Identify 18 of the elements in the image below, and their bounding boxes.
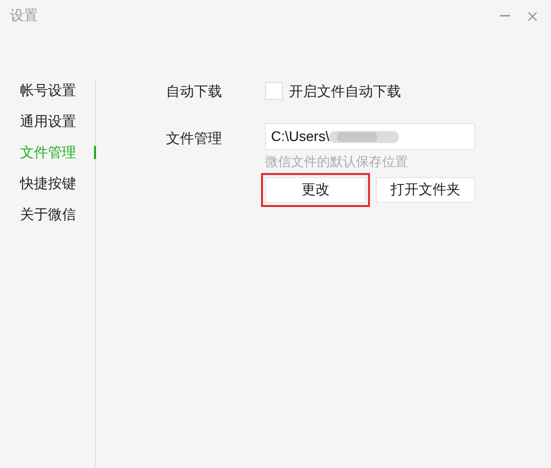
hint-text: 微信文件的默认保存位置: [265, 153, 409, 171]
path-text: C:\Users\: [271, 127, 330, 146]
close-icon[interactable]: [528, 12, 537, 20]
minimize-icon[interactable]: [500, 15, 510, 17]
action-button[interactable]: 打开文件夹: [376, 176, 475, 202]
checkbox-label: 开启文件自动下载: [289, 82, 401, 100]
field-label: 文件管理: [166, 129, 223, 148]
sidebar-item[interactable]: 关于微信: [20, 204, 76, 225]
window-title: 设置: [10, 6, 38, 24]
checkbox[interactable]: [265, 82, 283, 100]
active-indicator: [94, 146, 96, 159]
redaction-blur: [329, 130, 400, 144]
action-button[interactable]: 更改: [265, 176, 366, 202]
sidebar-item[interactable]: 通用设置: [20, 111, 76, 132]
path-field[interactable]: C:\Users\: [265, 123, 475, 150]
sidebar-item[interactable]: 帐号设置: [20, 80, 76, 101]
sidebar-item[interactable]: 快捷按键: [20, 173, 76, 194]
field-label: 自动下载: [166, 82, 223, 100]
